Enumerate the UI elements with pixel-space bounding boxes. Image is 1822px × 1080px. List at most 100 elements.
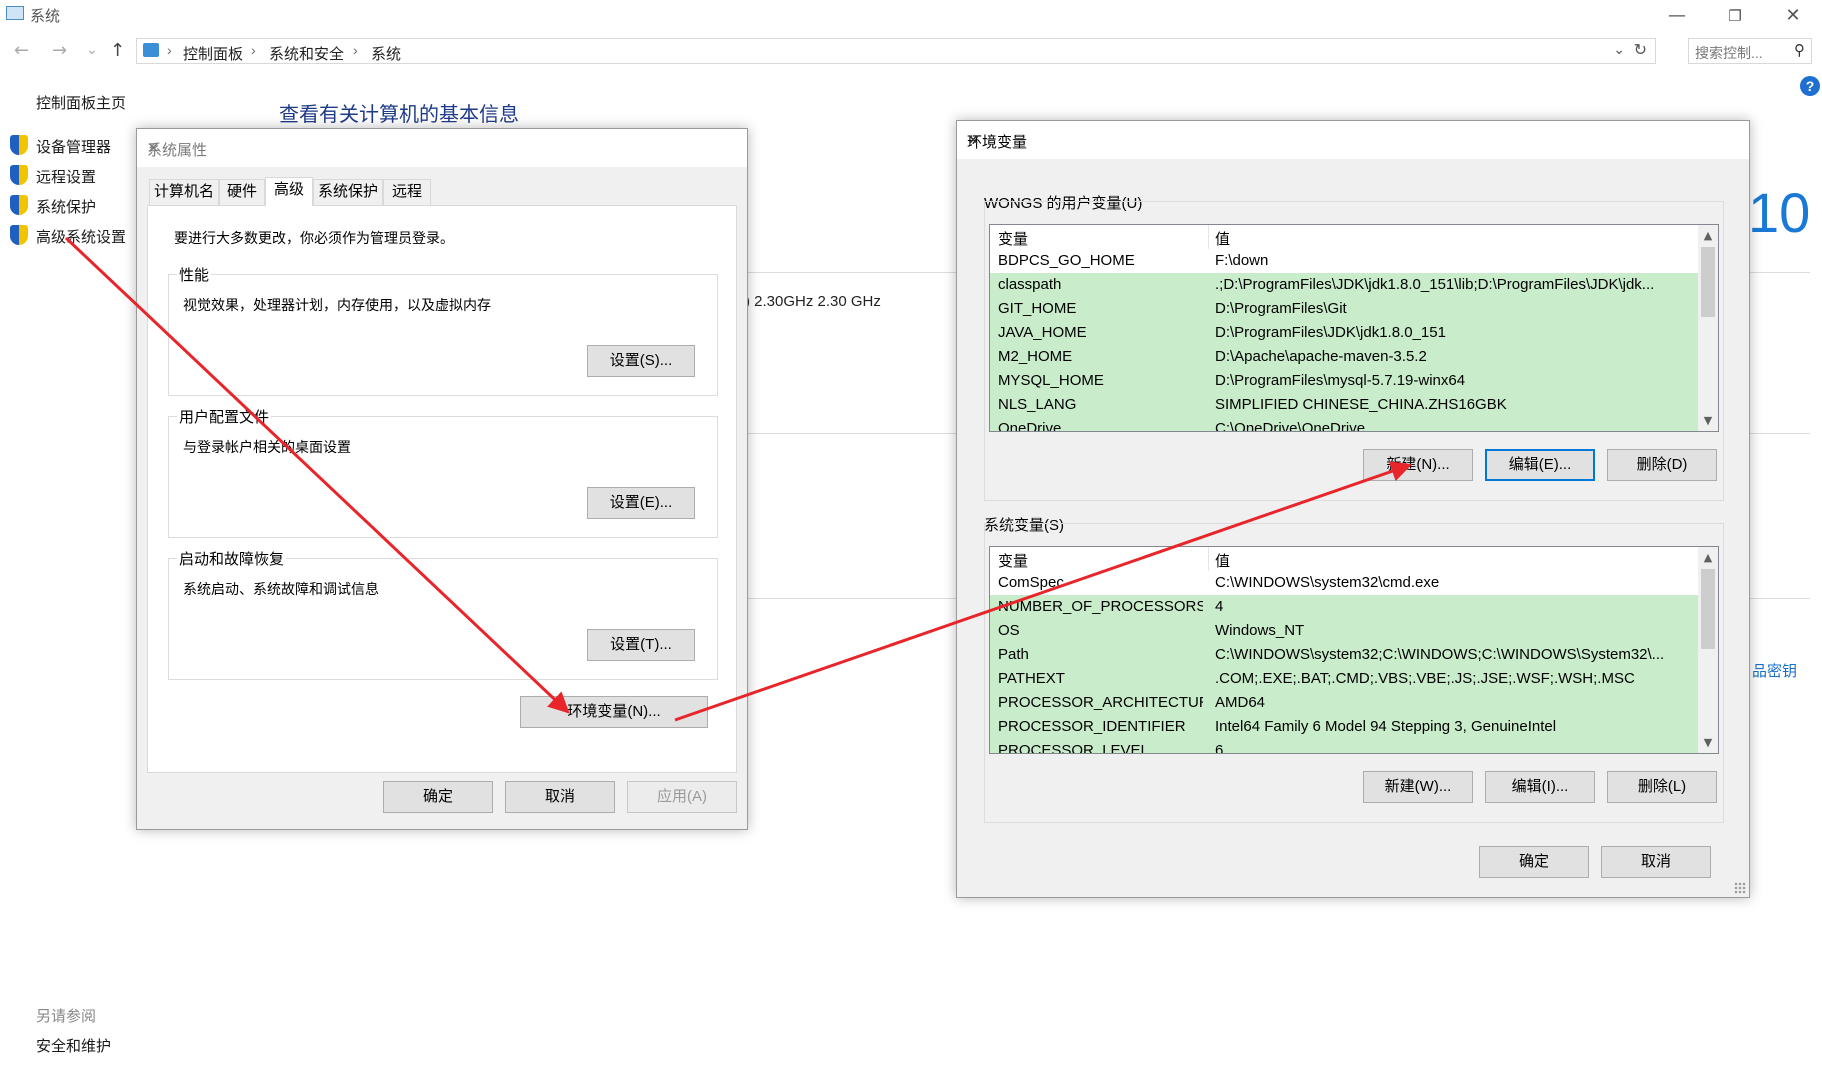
- vertical-scrollbar[interactable]: ▲ ▼: [1698, 547, 1718, 753]
- scroll-up-icon[interactable]: ▲: [1698, 229, 1718, 242]
- variable-name: NUMBER_OF_PROCESSORS: [998, 598, 1203, 615]
- table-row[interactable]: GIT_HOME D:\ProgramFiles\Git: [990, 297, 1700, 321]
- user-edit-button[interactable]: 编辑(E)...: [1485, 449, 1595, 481]
- breadcrumb-system[interactable]: 系统: [371, 43, 401, 64]
- window-title: 系统: [30, 8, 61, 25]
- variable-value: D:\ProgramFiles\mysql-5.7.19-winx64: [1215, 372, 1466, 389]
- cancel-button[interactable]: 取消: [1601, 846, 1711, 878]
- tab-system-protection[interactable]: 系统保护: [313, 179, 383, 205]
- table-row[interactable]: classpath .;D:\ProgramFiles\JDK\jdk1.8.0_…: [990, 273, 1700, 297]
- table-row[interactable]: ComSpec C:\WINDOWS\system32\cmd.exe: [990, 571, 1700, 595]
- table-row[interactable]: Path C:\WINDOWS\system32;C:\WINDOWS;C:\WI…: [990, 643, 1700, 667]
- ok-button[interactable]: 确定: [1479, 846, 1589, 878]
- vertical-scrollbar[interactable]: ▲ ▼: [1698, 225, 1718, 431]
- table-row[interactable]: BDPCS_GO_HOME F:\down: [990, 249, 1700, 273]
- control-panel-home-link[interactable]: 控制面板主页: [36, 92, 126, 113]
- table-row[interactable]: OS Windows_NT: [990, 619, 1700, 643]
- advanced-tab-panel: 要进行大多数更改，你必须作为管理员登录。 性能 视觉效果，处理器计划，内存使用，…: [147, 205, 737, 773]
- address-dropdown-icon[interactable]: ⌄: [1613, 41, 1625, 58]
- variable-name: PROCESSOR_ARCHITECTURE: [998, 694, 1203, 711]
- breadcrumb-system-security[interactable]: 系统和安全: [269, 43, 344, 64]
- back-arrow-icon[interactable]: ←: [14, 40, 29, 61]
- table-row[interactable]: OneDrive C:\OneDrive\OneDrive: [990, 417, 1700, 432]
- left-link-label: 远程设置: [36, 169, 97, 186]
- resize-grip-icon[interactable]: [1734, 882, 1746, 894]
- system-edit-button[interactable]: 编辑(I)...: [1485, 771, 1595, 803]
- product-key-link[interactable]: 品密钥: [1752, 660, 1797, 681]
- system-delete-button[interactable]: 删除(L): [1607, 771, 1717, 803]
- table-row[interactable]: PATHEXT .COM;.EXE;.BAT;.CMD;.VBS;.VBE;.JS…: [990, 667, 1700, 691]
- processor-speed-text: ) 2.30GHz 2.30 GHz: [745, 293, 881, 310]
- recent-locations-icon[interactable]: ⌄: [86, 42, 98, 58]
- security-maintenance-link[interactable]: 安全和维护: [36, 1035, 111, 1056]
- table-row[interactable]: JAVA_HOME D:\ProgramFiles\JDK\jdk1.8.0_15…: [990, 321, 1700, 345]
- table-row[interactable]: NLS_LANG SIMPLIFIED CHINESE_CHINA.ZHS16GB…: [990, 393, 1700, 417]
- table-row[interactable]: PROCESSOR_ARCHITECTURE AMD64: [990, 691, 1700, 715]
- scroll-up-icon[interactable]: ▲: [1698, 551, 1718, 564]
- variable-value: .COM;.EXE;.BAT;.CMD;.VBS;.VBE;.JS;.JSE;.…: [1215, 670, 1635, 687]
- breadcrumb-chevron-icon: ›: [251, 42, 256, 58]
- startup-recovery-description: 系统启动、系统故障和调试信息: [183, 581, 379, 597]
- restore-button[interactable]: ❐: [1712, 2, 1758, 30]
- column-header-value[interactable]: 值: [1215, 550, 1230, 571]
- minimize-button[interactable]: —: [1654, 2, 1700, 30]
- section-divider: [1750, 433, 1810, 434]
- tab-computer-name[interactable]: 计算机名: [149, 179, 219, 205]
- list-header: 变量 值: [990, 225, 1700, 249]
- variable-value: F:\down: [1215, 252, 1269, 269]
- close-icon[interactable]: ✕: [967, 131, 1739, 149]
- variable-name: BDPCS_GO_HOME: [998, 252, 1135, 269]
- apply-button[interactable]: 应用(A): [627, 781, 737, 813]
- environment-variables-button[interactable]: 环境变量(N)...: [520, 696, 708, 728]
- control-panel-icon: [143, 43, 159, 57]
- startup-recovery-settings-button[interactable]: 设置(T)...: [587, 629, 695, 661]
- section-divider: [748, 598, 956, 599]
- system-variables-list[interactable]: 变量 值 ComSpec C:\WINDOWS\system32\cmd.exe N…: [989, 546, 1719, 754]
- user-new-button[interactable]: 新建(N)...: [1363, 449, 1473, 481]
- column-header-variable[interactable]: 变量: [998, 228, 1028, 249]
- column-header-variable[interactable]: 变量: [998, 550, 1028, 571]
- scroll-thumb[interactable]: [1701, 247, 1715, 317]
- breadcrumb-control-panel[interactable]: 控制面板: [183, 43, 243, 64]
- system-new-button[interactable]: 新建(W)...: [1363, 771, 1473, 803]
- forward-arrow-icon[interactable]: →: [52, 40, 67, 61]
- table-row[interactable]: MYSQL_HOME D:\ProgramFiles\mysql-5.7.19-w…: [990, 369, 1700, 393]
- cancel-button[interactable]: 取消: [505, 781, 615, 813]
- refresh-icon[interactable]: ↻: [1634, 40, 1647, 60]
- see-also-heading: 另请参阅: [36, 1008, 97, 1025]
- variable-name: OneDrive: [998, 420, 1062, 432]
- breadcrumb-chevron-icon: ›: [167, 42, 172, 58]
- tab-strip: 计算机名 硬件 高级 系统保护 远程: [147, 177, 737, 206]
- table-row[interactable]: PROCESSOR_LEVEL 6: [990, 739, 1700, 753]
- search-input[interactable]: 搜索控制... ⚲: [1688, 38, 1812, 64]
- left-link-label: 设备管理器: [36, 139, 112, 156]
- column-divider: [1208, 547, 1209, 571]
- section-divider: [1750, 272, 1810, 273]
- address-bar[interactable]: › 控制面板 › 系统和安全 › 系统 ⌄ ↻: [136, 38, 1656, 64]
- tab-hardware[interactable]: 硬件: [219, 179, 265, 205]
- performance-settings-button[interactable]: 设置(S)...: [587, 345, 695, 377]
- scroll-thumb[interactable]: [1701, 569, 1715, 649]
- column-header-value[interactable]: 值: [1215, 228, 1230, 249]
- variable-value: Windows_NT: [1215, 622, 1305, 639]
- column-divider: [1208, 225, 1209, 249]
- scroll-down-icon[interactable]: ▼: [1698, 736, 1718, 749]
- table-row[interactable]: NUMBER_OF_PROCESSORS 4: [990, 595, 1700, 619]
- tab-remote[interactable]: 远程: [383, 179, 431, 205]
- help-icon[interactable]: ?: [1800, 76, 1820, 96]
- table-row[interactable]: M2_HOME D:\Apache\apache-maven-3.5.2: [990, 345, 1700, 369]
- close-window-button[interactable]: ✕: [1770, 2, 1816, 30]
- table-row[interactable]: PROCESSOR_IDENTIFIER Intel64 Family 6 Mod…: [990, 715, 1700, 739]
- scroll-down-icon[interactable]: ▼: [1698, 414, 1718, 427]
- user-variables-list[interactable]: 变量 值 BDPCS_GO_HOME F:\down classpath .;D:\P…: [989, 224, 1719, 432]
- up-arrow-icon[interactable]: ↑: [110, 40, 125, 61]
- variable-value: D:\ProgramFiles\JDK\jdk1.8.0_151: [1215, 324, 1446, 341]
- search-icon[interactable]: ⚲: [1794, 41, 1805, 59]
- ok-button[interactable]: 确定: [383, 781, 493, 813]
- variable-value: D:\Apache\apache-maven-3.5.2: [1215, 348, 1427, 365]
- user-profiles-settings-button[interactable]: 设置(E)...: [587, 487, 695, 519]
- user-delete-button[interactable]: 删除(D): [1607, 449, 1717, 481]
- variable-value: C:\WINDOWS\system32;C:\WINDOWS;C:\WINDOW…: [1215, 646, 1665, 663]
- close-icon[interactable]: ✕: [147, 139, 737, 157]
- tab-advanced[interactable]: 高级: [265, 177, 313, 206]
